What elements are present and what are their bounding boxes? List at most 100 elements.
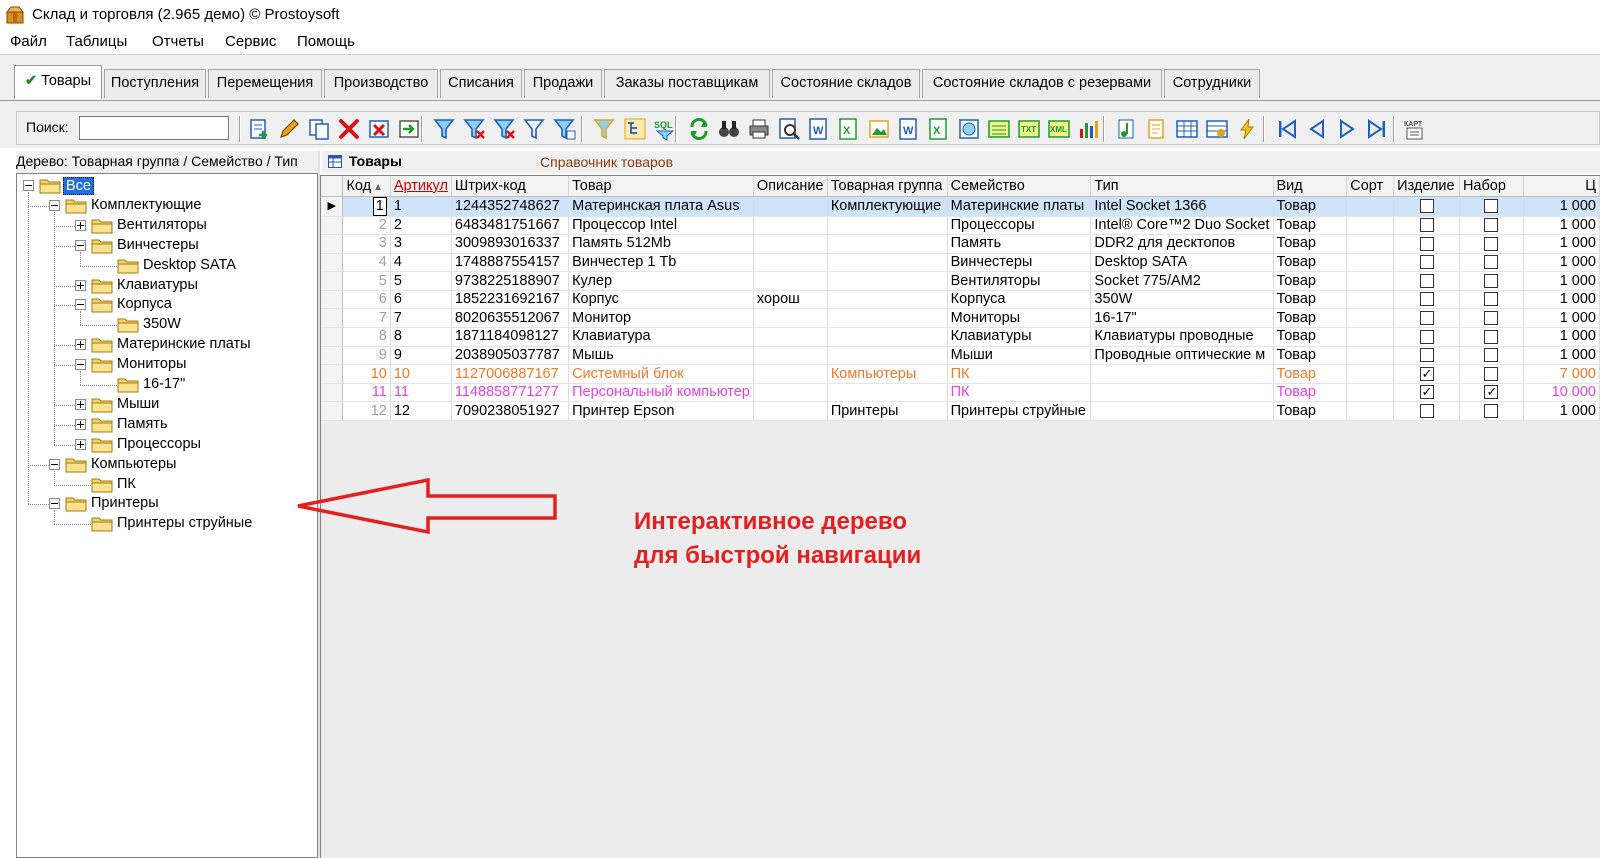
tab-warehouse-state[interactable]: Состояние складов [772, 69, 920, 98]
cell-product[interactable] [1393, 401, 1460, 422]
chart-icon[interactable] [1077, 117, 1101, 141]
row-indicator[interactable] [321, 383, 344, 403]
expand-icon[interactable] [75, 279, 86, 291]
cell-family[interactable]: Мыши [947, 346, 1092, 366]
cell-kod[interactable]: 8 [342, 327, 391, 347]
cell-group[interactable] [827, 308, 948, 329]
expand-icon[interactable] [75, 219, 86, 231]
cell-sort[interactable] [1346, 346, 1395, 366]
table-row[interactable]: 6 6 1852231692167 Корпус хорош Корпуса 350W Тов… [321, 290, 1600, 310]
cell-barcode[interactable]: 8020635512067 [451, 308, 570, 329]
tree-filter-icon[interactable] [623, 117, 647, 141]
cell-barcode[interactable]: 1244352748627 [451, 196, 570, 217]
row-indicator[interactable] [321, 308, 344, 329]
cell-article[interactable]: 3 [390, 234, 452, 254]
product-checkbox[interactable] [1419, 255, 1434, 270]
cell-description[interactable] [753, 401, 828, 422]
cell-description[interactable] [753, 196, 828, 217]
table-row[interactable]: 8 8 1871184098127 Клавиатура Клавиатуры Клави… [321, 327, 1600, 347]
export-word-icon[interactable]: W [807, 117, 831, 141]
import-icon[interactable] [397, 117, 421, 141]
cell-description[interactable] [753, 308, 828, 329]
cell-product[interactable] [1393, 383, 1460, 403]
cell-kod[interactable]: 10 [342, 364, 391, 384]
cell-type[interactable]: Desktop SATA [1090, 253, 1274, 273]
product-checkbox[interactable] [1419, 198, 1434, 213]
kit-checkbox[interactable] [1484, 329, 1499, 344]
kit-checkbox[interactable] [1484, 255, 1499, 270]
cell-kod[interactable]: 2 [342, 216, 391, 236]
row-indicator[interactable] [321, 234, 344, 254]
cell-kind[interactable]: Товар [1273, 327, 1348, 347]
cell-type[interactable] [1090, 364, 1274, 384]
cell-barcode[interactable]: 1748887554157 [451, 253, 570, 273]
export-excel2-icon[interactable]: X [927, 117, 951, 141]
cell-group[interactable] [827, 290, 948, 310]
row-indicator[interactable] [321, 346, 344, 366]
cell-barcode[interactable]: 1852231692167 [451, 290, 570, 310]
cell-kind[interactable]: Товар [1273, 216, 1348, 236]
cell-sort[interactable] [1346, 401, 1395, 422]
cell-barcode[interactable]: 3009893016337 [451, 234, 570, 254]
filter-funnel-icon[interactable] [593, 117, 617, 141]
print-icon[interactable] [747, 117, 771, 141]
cell-group[interactable] [827, 216, 948, 236]
col-header-article[interactable]: Артикул [390, 176, 452, 197]
cell-price[interactable]: 1 000 [1523, 196, 1600, 217]
expand-icon[interactable] [75, 398, 86, 410]
cell-product[interactable] [1393, 271, 1460, 291]
cell-type[interactable]: Проводные оптические м [1090, 346, 1274, 366]
cell-kit[interactable] [1459, 308, 1524, 329]
cell-sort[interactable] [1346, 383, 1395, 403]
cell-group[interactable]: Принтеры [827, 401, 948, 422]
export-excel-icon[interactable]: X [837, 117, 861, 141]
tree-node[interactable]: 350W [17, 315, 315, 335]
cell-description[interactable] [753, 383, 828, 403]
cell-product[interactable] [1393, 253, 1460, 273]
cell-family[interactable]: Корпуса [947, 290, 1092, 310]
cell-kod[interactable]: 7 [342, 308, 391, 329]
cell-type[interactable]: DDR2 для десктопов [1090, 234, 1274, 254]
cell-kit[interactable] [1459, 196, 1524, 217]
tab-employees[interactable]: Сотрудники [1164, 69, 1260, 98]
cell-type[interactable] [1090, 383, 1274, 403]
cell-article[interactable]: 6 [390, 290, 452, 310]
cell-name[interactable]: Процессор Intel [568, 216, 754, 236]
collapse-icon[interactable] [49, 199, 60, 211]
col-header-type[interactable]: Тип [1090, 176, 1274, 197]
cell-barcode[interactable]: 6483481751667 [451, 216, 570, 236]
filter-edit-icon[interactable] [553, 117, 577, 141]
cell-product[interactable] [1393, 327, 1460, 347]
search-input[interactable] [79, 116, 229, 140]
add-record-icon[interactable] [247, 117, 271, 141]
row-indicator[interactable] [321, 290, 344, 310]
cell-barcode[interactable]: 7090238051927 [451, 401, 570, 422]
product-checkbox[interactable] [1419, 329, 1434, 344]
sql-icon[interactable]: SQL [653, 117, 677, 141]
cell-sort[interactable] [1346, 364, 1395, 384]
cell-family[interactable]: Материнские платы [947, 196, 1092, 217]
cell-kit[interactable] [1459, 290, 1524, 310]
cell-kind[interactable]: Товар [1273, 271, 1348, 291]
cell-price[interactable]: 1 000 [1523, 271, 1600, 291]
cell-kit[interactable] [1459, 327, 1524, 347]
expand-icon[interactable] [75, 339, 86, 351]
cell-family[interactable]: Принтеры струйные [947, 401, 1092, 422]
tree-node[interactable]: Вентиляторы [17, 216, 315, 236]
cell-sort[interactable] [1346, 271, 1395, 291]
cell-price[interactable]: 1 000 [1523, 308, 1600, 329]
cell-product[interactable] [1393, 364, 1460, 384]
cell-product[interactable] [1393, 216, 1460, 236]
cell-name[interactable]: Клавиатура [568, 327, 754, 347]
cell-article[interactable]: 4 [390, 253, 452, 273]
cell-article[interactable]: 10 [390, 364, 452, 384]
kit-checkbox[interactable] [1484, 198, 1499, 213]
kit-checkbox[interactable] [1484, 292, 1499, 307]
cell-kod[interactable]: 6 [342, 290, 391, 310]
cell-barcode[interactable]: 1871184098127 [451, 327, 570, 347]
cell-description[interactable] [753, 253, 828, 273]
cell-price[interactable]: 1 000 [1523, 290, 1600, 310]
tab-transfers[interactable]: Перемещения [208, 69, 322, 98]
cell-group[interactable] [827, 383, 948, 403]
product-checkbox[interactable] [1419, 383, 1434, 400]
